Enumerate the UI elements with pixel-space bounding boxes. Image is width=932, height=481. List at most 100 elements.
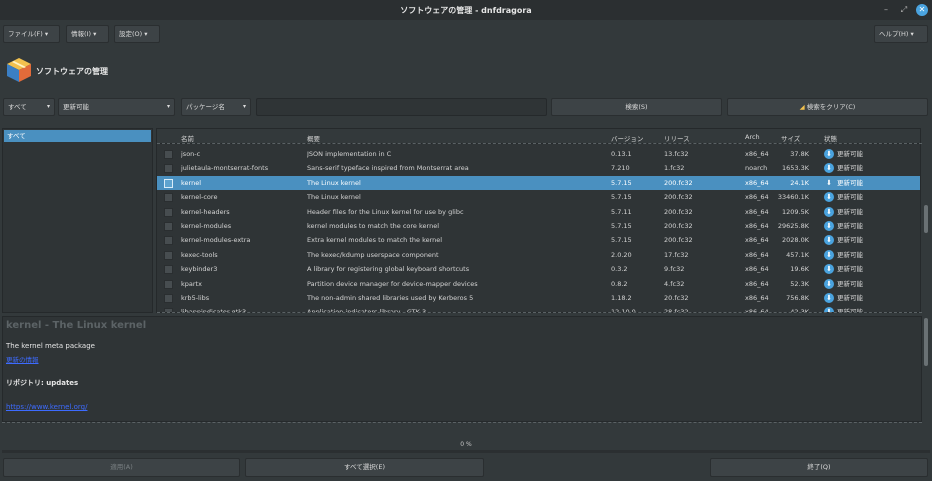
- cell-name: kernel-modules-extra: [181, 236, 251, 245]
- repository-label: リポジトリ: updates: [6, 379, 79, 387]
- cell-version: 5.7.11: [611, 207, 632, 216]
- cell-summary: Sans-serif typeface inspired from Montse…: [307, 164, 469, 173]
- cell-version: 5.7.15: [611, 178, 632, 187]
- status-select[interactable]: 更新可能 ▾: [58, 98, 175, 116]
- install-checkbox[interactable]: [164, 294, 173, 303]
- close-icon[interactable]: ✕: [916, 4, 928, 16]
- chevron-down-icon: ▾: [166, 103, 170, 110]
- table-row[interactable]: kexec-tools The kexec/kdump userspace com…: [157, 248, 920, 262]
- install-checkbox[interactable]: [164, 265, 173, 275]
- column-header-size[interactable]: サイズ: [781, 133, 800, 143]
- cell-name: keybinder3: [181, 265, 218, 274]
- cell-summary: The Linux kernel: [307, 178, 361, 187]
- table-row[interactable]: kernel-headers Header files for the Linux…: [157, 205, 920, 219]
- info-menu-button[interactable]: 情報(I) ▾: [66, 25, 109, 43]
- description-text: The kernel meta package: [6, 342, 95, 350]
- cell-summary: The non-admin shared libraries used by K…: [307, 294, 474, 302]
- description-panel: kernel - The Linux kernel The kernel met…: [2, 316, 922, 422]
- chevron-down-icon: ▾: [44, 30, 49, 38]
- cell-name: kpartx: [181, 279, 202, 288]
- cell-status: 更新可能: [837, 294, 863, 302]
- table-row[interactable]: kernel-core The Linux kernel 5.7.15 200.fc3…: [157, 190, 920, 204]
- cell-summary: Extra kernel modules to match the kernel: [307, 236, 443, 245]
- table-body: json-c JSON implementation in C 0.13.1 13.f…: [157, 147, 920, 312]
- install-checkbox[interactable]: [164, 150, 173, 159]
- settings-menu-button[interactable]: 設定(O) ▾: [114, 25, 160, 43]
- table-row[interactable]: keybinder3 A library for registering glob…: [157, 262, 920, 276]
- cell-status: 更新可能: [837, 265, 863, 274]
- homepage-link[interactable]: https://www.kernel.org/: [6, 403, 87, 411]
- cell-status: 更新可能: [837, 178, 863, 187]
- file-menu-button[interactable]: ファイル(F) ▾: [3, 25, 60, 43]
- column-header-name[interactable]: 名前: [181, 133, 194, 143]
- cell-status: 更新可能: [837, 279, 863, 288]
- install-checkbox[interactable]: [164, 178, 173, 188]
- package-box-icon: [5, 56, 33, 84]
- cell-release: 20.fc32: [664, 294, 689, 302]
- divider: [157, 312, 922, 313]
- cell-summary: Header files for the Linux kernel for us…: [307, 207, 464, 216]
- scope-select[interactable]: すべて ▾: [3, 98, 55, 116]
- column-header-release[interactable]: リリース: [664, 133, 690, 143]
- progress-text: 0 %: [460, 441, 472, 448]
- cell-version: 5.7.15: [611, 193, 632, 202]
- divider: [157, 143, 922, 144]
- file-menu-label: ファイル(F): [8, 30, 43, 38]
- maximize-icon[interactable]: ⤢: [898, 4, 910, 16]
- table-row[interactable]: kernel-modules kernel modules to match th…: [157, 219, 920, 233]
- install-checkbox[interactable]: [164, 164, 173, 174]
- cell-version: 0.3.2: [611, 265, 628, 274]
- cell-summary: The Linux kernel: [307, 193, 361, 202]
- install-checkbox[interactable]: [164, 207, 173, 217]
- update-info-link[interactable]: 更新の情報: [6, 354, 39, 364]
- update-available-icon: ⬇: [824, 206, 834, 217]
- clear-search-label: 検索をクリア(C): [806, 103, 856, 111]
- search-button[interactable]: 検索(S): [551, 98, 722, 116]
- cell-size: 2028.0K: [781, 236, 809, 245]
- install-checkbox[interactable]: [164, 236, 173, 246]
- description-title: kernel - The Linux kernel: [6, 320, 147, 331]
- clear-search-button[interactable]: ◢ 検索をクリア(C): [727, 98, 928, 116]
- table-row[interactable]: kernel The Linux kernel 5.7.15 200.fc32 x86_…: [157, 175, 920, 191]
- window-title: ソフトウェアの管理 - dnfdragora: [400, 6, 532, 15]
- table-row[interactable]: kernel-modules-extra Extra kernel modules…: [157, 233, 920, 247]
- cell-status: 更新可能: [837, 222, 863, 230]
- search-input[interactable]: [256, 98, 547, 116]
- cell-release: 200.fc32: [664, 222, 693, 230]
- table-scrollbar[interactable]: [924, 205, 928, 233]
- column-header-arch[interactable]: Arch: [745, 133, 760, 141]
- install-checkbox[interactable]: [164, 279, 173, 289]
- app-name: ソフトウェアの管理: [36, 67, 108, 76]
- description-scrollbar[interactable]: [924, 318, 928, 366]
- select-all-button[interactable]: すべて選択(E): [245, 458, 484, 477]
- update-available-icon: ⬇: [824, 163, 834, 174]
- scope-select-value: すべて: [8, 103, 27, 111]
- category-list: すべて: [2, 128, 153, 313]
- package-table: 名前 概要 バージョン リリース Arch サイズ 状態 json-c JSON …: [156, 128, 921, 313]
- column-header-summary[interactable]: 概要: [307, 133, 320, 143]
- column-header-version[interactable]: バージョン: [611, 133, 643, 143]
- cell-release: 200.fc32: [664, 178, 693, 187]
- info-menu-label: 情報(I): [71, 30, 91, 38]
- table-row[interactable]: json-c JSON implementation in C 0.13.1 13.f…: [157, 147, 920, 161]
- help-menu-button[interactable]: ヘルプ(H) ▾: [874, 25, 928, 43]
- install-checkbox[interactable]: [164, 193, 173, 203]
- table-row[interactable]: julietaula-montserrat-fonts Sans-serif ty…: [157, 161, 920, 175]
- table-row[interactable]: kpartx Partition device manager for devic…: [157, 277, 920, 291]
- install-checkbox[interactable]: [164, 250, 173, 260]
- title-bar: ソフトウェアの管理 - dnfdragora – ⤢ ✕: [0, 0, 932, 20]
- column-header-status[interactable]: 状態: [824, 133, 837, 143]
- update-available-icon: ⬇: [824, 278, 834, 289]
- minimize-icon[interactable]: –: [880, 4, 892, 16]
- broom-icon: ◢: [799, 103, 805, 111]
- quit-button[interactable]: 終了(Q): [710, 458, 928, 477]
- chevron-down-icon: ▾: [93, 30, 97, 38]
- apply-button[interactable]: 適用(A): [3, 458, 240, 477]
- search-field-select[interactable]: パッケージ名 ▾: [181, 98, 251, 116]
- cell-version: 0.8.2: [611, 279, 628, 288]
- update-available-icon: ⬇: [824, 192, 834, 203]
- table-row[interactable]: krb5-libs The non-admin shared libraries …: [157, 291, 920, 305]
- install-checkbox[interactable]: [164, 222, 173, 231]
- status-select-value: 更新可能: [63, 103, 89, 111]
- category-item-all[interactable]: すべて: [4, 130, 151, 142]
